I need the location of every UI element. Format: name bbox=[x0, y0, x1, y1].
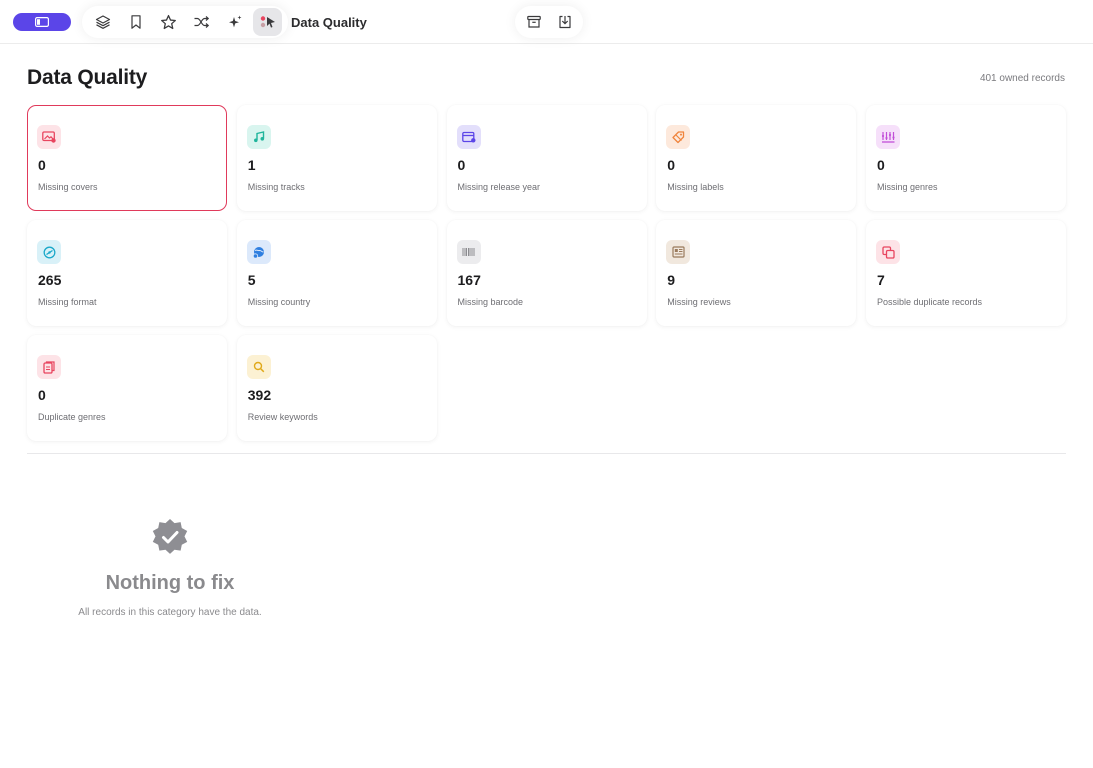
card-missing-reviews[interactable]: 9 Missing reviews bbox=[656, 220, 857, 326]
card-value: 392 bbox=[247, 387, 272, 403]
toolbar-title: Data Quality bbox=[291, 15, 367, 30]
copy-genre-icon bbox=[37, 355, 61, 379]
card-label: Missing format bbox=[38, 297, 97, 307]
card-label: Missing reviews bbox=[667, 297, 731, 307]
sparkle-icon bbox=[228, 15, 241, 28]
card-value: 5 bbox=[247, 272, 256, 288]
download-icon bbox=[558, 15, 571, 29]
card-missing-tracks[interactable]: 1 Missing tracks bbox=[236, 105, 437, 211]
card-value: 0 bbox=[667, 157, 676, 173]
disc-icon bbox=[37, 240, 61, 264]
issue-cards-grid: 0 Missing covers 1 Missing tracks 0 Miss… bbox=[27, 105, 1066, 441]
archive-button[interactable] bbox=[519, 8, 548, 36]
card-missing-release-year[interactable]: 0 Missing release year bbox=[446, 105, 647, 211]
shuffle-button[interactable] bbox=[187, 8, 216, 36]
card-missing-genres[interactable]: 0 Missing genres bbox=[866, 105, 1066, 211]
layers-button[interactable] bbox=[88, 8, 117, 36]
download-button[interactable] bbox=[550, 8, 579, 36]
card-label: Missing tracks bbox=[247, 182, 305, 192]
card-label: Missing barcode bbox=[457, 297, 524, 307]
star-icon bbox=[161, 14, 176, 29]
card-missing-labels[interactable]: 0 Missing labels bbox=[656, 105, 857, 211]
owned-records-count: 401 owned records bbox=[979, 73, 1065, 84]
layers-icon bbox=[95, 15, 110, 29]
genres-icon bbox=[876, 125, 900, 149]
card-possible-duplicate-records[interactable]: 7 Possible duplicate records bbox=[866, 220, 1066, 326]
card-review-keywords[interactable]: 392 Review keywords bbox=[236, 335, 437, 441]
top-bar: Data Quality bbox=[0, 0, 1093, 44]
empty-state: Nothing to fix All records in this categ… bbox=[27, 518, 313, 618]
card-missing-barcode[interactable]: 167 Missing barcode bbox=[446, 220, 647, 326]
verified-badge-icon bbox=[151, 518, 189, 556]
card-label: Review keywords bbox=[247, 412, 318, 422]
tag-icon bbox=[666, 125, 691, 149]
card-label: Possible duplicate records bbox=[877, 297, 983, 307]
section-divider bbox=[27, 453, 1066, 454]
archive-icon bbox=[526, 15, 541, 28]
card-label: Duplicate genres bbox=[38, 412, 106, 422]
card-value: 0 bbox=[38, 157, 46, 173]
card-label: Missing labels bbox=[667, 182, 724, 192]
card-value: 265 bbox=[38, 272, 62, 288]
data-quality-button[interactable] bbox=[253, 8, 282, 36]
card-missing-country[interactable]: 5 Missing country bbox=[236, 220, 437, 326]
actions-toolbar bbox=[515, 6, 583, 38]
sidebar-icon bbox=[35, 17, 49, 27]
empty-state-title: Nothing to fix bbox=[105, 572, 235, 594]
card-value: 9 bbox=[667, 272, 676, 288]
music-note-icon bbox=[246, 125, 271, 149]
card-label: Missing genres bbox=[877, 182, 938, 192]
card-value: 167 bbox=[457, 272, 481, 288]
page-title: Data Quality bbox=[27, 66, 148, 89]
search-icon bbox=[246, 355, 271, 379]
bookmark-button[interactable] bbox=[121, 8, 150, 36]
barcode-icon bbox=[456, 240, 481, 264]
empty-state-subtitle: All records in this category have the da… bbox=[78, 607, 262, 618]
globe-icon bbox=[246, 240, 271, 264]
card-missing-format[interactable]: 265 Missing format bbox=[27, 220, 227, 326]
favorites-button[interactable] bbox=[154, 8, 183, 36]
card-value: 0 bbox=[38, 387, 46, 403]
card-duplicate-genres[interactable]: 0 Duplicate genres bbox=[27, 335, 227, 441]
image-icon bbox=[37, 125, 61, 149]
card-value: 1 bbox=[247, 157, 256, 173]
data-quality-icon bbox=[260, 16, 275, 28]
shuffle-icon bbox=[194, 16, 210, 28]
card-label: Missing country bbox=[247, 297, 311, 307]
sidebar-toggle-button[interactable] bbox=[13, 13, 71, 31]
card-value: 0 bbox=[457, 157, 466, 173]
duplicate-icon bbox=[876, 240, 900, 264]
sparkle-button[interactable] bbox=[220, 8, 249, 36]
calendar-icon bbox=[456, 125, 481, 149]
card-label: Missing covers bbox=[38, 182, 98, 192]
bookmark-icon bbox=[130, 15, 141, 29]
card-missing-covers[interactable]: 0 Missing covers bbox=[27, 105, 227, 211]
toolbar bbox=[82, 6, 288, 38]
card-label: Missing release year bbox=[457, 182, 541, 192]
review-icon bbox=[666, 240, 691, 264]
card-value: 7 bbox=[877, 272, 885, 288]
card-value: 0 bbox=[877, 157, 885, 173]
